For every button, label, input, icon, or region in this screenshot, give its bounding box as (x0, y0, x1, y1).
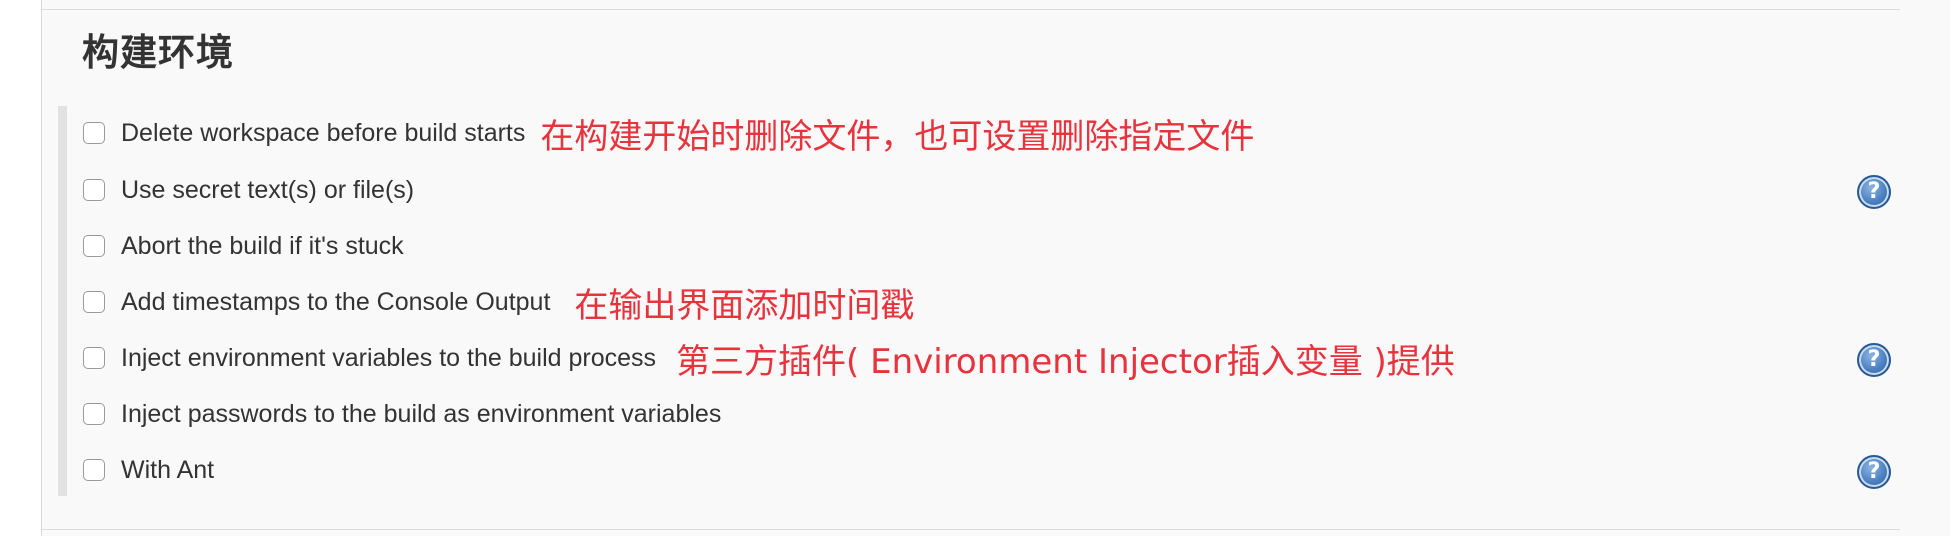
delete-workspace-checkbox[interactable] (83, 122, 105, 144)
inject-env-vars-label[interactable]: Inject environment variables to the buil… (121, 344, 656, 373)
delete-workspace-annotation: 在构建开始时删除文件，也可设置删除指定文件 (540, 116, 1255, 157)
option-inject-env-vars[interactable]: Inject environment variables to the buil… (83, 338, 1455, 382)
options-group-bar (58, 106, 67, 496)
help-icon[interactable]: ? (1857, 455, 1891, 489)
option-add-timestamps[interactable]: Add timestamps to the Console Output 在输出… (83, 282, 914, 326)
bottom-divider (41, 529, 1900, 530)
inject-passwords-checkbox[interactable] (83, 403, 105, 425)
secret-text-label[interactable]: Use secret text(s) or file(s) (121, 176, 414, 205)
help-icon[interactable]: ? (1857, 343, 1891, 377)
add-timestamps-annotation: 在输出界面添加时间戳 (574, 285, 915, 326)
build-environment-panel (41, 0, 1950, 536)
option-inject-passwords[interactable]: Inject passwords to the build as environ… (83, 394, 721, 434)
with-ant-label[interactable]: With Ant (121, 456, 214, 485)
abort-stuck-label[interactable]: Abort the build if it's stuck (121, 232, 404, 261)
inject-passwords-label[interactable]: Inject passwords to the build as environ… (121, 400, 721, 429)
inject-env-vars-checkbox[interactable] (83, 347, 105, 369)
top-divider (41, 9, 1900, 10)
inject-env-vars-annotation: 第三方插件( Environment Injector插入变量 )提供 (676, 341, 1455, 382)
add-timestamps-label[interactable]: Add timestamps to the Console Output (121, 288, 550, 317)
help-icon[interactable]: ? (1857, 175, 1891, 209)
with-ant-checkbox[interactable] (83, 459, 105, 481)
option-abort-stuck[interactable]: Abort the build if it's stuck (83, 226, 404, 266)
add-timestamps-checkbox[interactable] (83, 291, 105, 313)
option-secret-text[interactable]: Use secret text(s) or file(s) (83, 170, 414, 210)
option-delete-workspace[interactable]: Delete workspace before build starts 在构建… (83, 113, 1254, 157)
option-with-ant[interactable]: With Ant (83, 450, 214, 490)
section-title: 构建环境 (82, 31, 234, 74)
secret-text-checkbox[interactable] (83, 179, 105, 201)
delete-workspace-label[interactable]: Delete workspace before build starts (121, 119, 525, 148)
abort-stuck-checkbox[interactable] (83, 235, 105, 257)
